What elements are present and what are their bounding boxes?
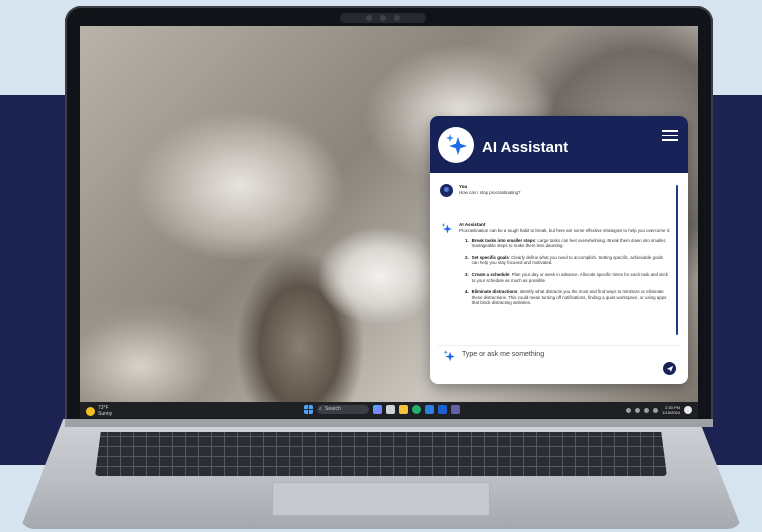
teams-icon[interactable] xyxy=(451,405,460,414)
send-icon xyxy=(666,365,673,372)
touchpad xyxy=(272,482,490,516)
list-item: 3. Create a schedule: Plan your day or we… xyxy=(465,271,668,283)
weather-widget[interactable]: 73°F Sunny xyxy=(86,405,112,417)
store-icon[interactable] xyxy=(425,405,434,414)
laptop-hinge xyxy=(65,419,713,427)
hamburger-menu-icon[interactable] xyxy=(662,130,678,142)
system-tray: 2:30 PM 1/15/2024 xyxy=(626,405,692,415)
chat-input[interactable]: Type or ask me something xyxy=(438,345,680,376)
user-message: You How can I stop procrastinating? xyxy=(440,184,672,197)
ai-intro-text: Procrastination can be a tough habit to … xyxy=(459,228,671,233)
chat-input-placeholder: Type or ask me something xyxy=(462,351,545,358)
ai-assistant-panel: AI Assistant You How can I stop procrast… xyxy=(430,116,688,384)
taskbar-apps: ⌕ Search xyxy=(304,405,460,414)
sparkle-icon xyxy=(441,223,452,234)
taskbar-search-label: Search xyxy=(325,406,341,412)
send-button[interactable] xyxy=(663,362,676,375)
wifi-icon[interactable] xyxy=(635,407,641,413)
tips-list: 1. Break tasks into smaller steps: Large … xyxy=(459,238,671,306)
user-message-text: How can I stop procrastinating? xyxy=(459,190,521,195)
ai-message: AI Assistant Procrastination can be a to… xyxy=(440,222,672,312)
windows-start-icon[interactable] xyxy=(304,405,313,414)
webcam-bar xyxy=(340,13,426,23)
ai-avatar xyxy=(440,222,453,235)
taskbar-search[interactable]: ⌕ Search xyxy=(317,405,369,414)
assistant-logo xyxy=(438,127,474,163)
panel-title: AI Assistant xyxy=(482,139,569,156)
battery-icon[interactable] xyxy=(653,407,659,413)
sparkle-icon xyxy=(446,134,467,155)
weather-desc: Sunny xyxy=(98,411,113,417)
sparkle-icon xyxy=(443,350,455,362)
task-view-icon[interactable] xyxy=(386,405,395,414)
sun-icon xyxy=(86,406,95,416)
clock-date: 1/15/2024 xyxy=(662,410,680,415)
list-item: 2. Set specific goals: Clearly define wha… xyxy=(465,254,664,266)
file-explorer-icon[interactable] xyxy=(399,405,408,414)
search-icon: ⌕ xyxy=(319,406,322,412)
notification-icon[interactable] xyxy=(684,406,692,414)
copilot-icon[interactable] xyxy=(373,405,382,414)
edge-browser-icon[interactable] xyxy=(412,405,421,414)
panel-header: AI Assistant xyxy=(430,116,688,173)
clock[interactable]: 2:30 PM 1/15/2024 xyxy=(662,405,680,415)
list-item: 4. Eliminate distractions: Identify what … xyxy=(465,289,667,306)
list-item: 1. Break tasks into smaller steps: Large … xyxy=(465,237,667,249)
chat-messages: You How can I stop procrastinating? AI A… xyxy=(430,173,688,343)
chevron-up-icon[interactable] xyxy=(626,407,632,413)
scrollbar[interactable] xyxy=(676,185,678,335)
volume-icon[interactable] xyxy=(644,407,650,413)
keyboard xyxy=(95,432,667,476)
mail-icon[interactable] xyxy=(438,405,447,414)
user-avatar xyxy=(440,184,453,197)
taskbar: 73°F Sunny ⌕ Search 2:30 PM 1/15/2024 xyxy=(80,402,698,418)
